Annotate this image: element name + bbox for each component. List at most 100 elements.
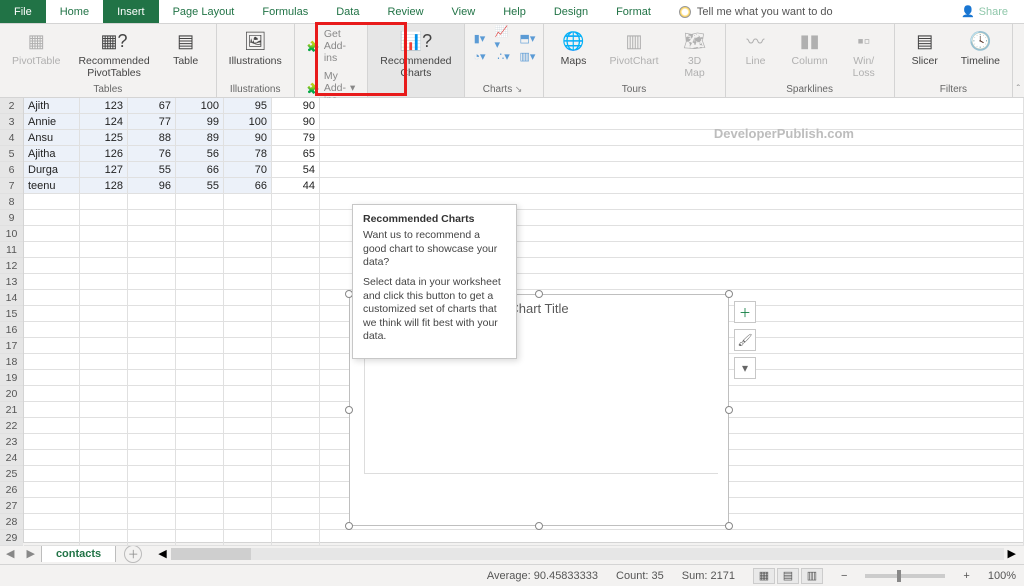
- row-header[interactable]: 29: [0, 530, 23, 546]
- cell[interactable]: [176, 194, 224, 210]
- tab-page-layout[interactable]: Page Layout: [159, 0, 249, 23]
- cell[interactable]: [176, 418, 224, 434]
- cell[interactable]: [24, 450, 80, 466]
- cell[interactable]: [224, 386, 272, 402]
- cell[interactable]: [272, 514, 320, 530]
- cell[interactable]: [128, 354, 176, 370]
- tab-help[interactable]: Help: [489, 0, 540, 23]
- cell[interactable]: 100: [176, 98, 224, 114]
- cell[interactable]: [128, 322, 176, 338]
- cell[interactable]: [176, 370, 224, 386]
- row-header[interactable]: 8: [0, 194, 23, 210]
- row-header[interactable]: 15: [0, 306, 23, 322]
- charts-launcher[interactable]: ↘: [512, 84, 524, 94]
- cell[interactable]: [272, 194, 320, 210]
- cell[interactable]: [272, 290, 320, 306]
- cell[interactable]: [320, 130, 1024, 146]
- row-header[interactable]: 3: [0, 114, 23, 130]
- pivottable-button[interactable]: ▦PivotTable: [6, 26, 66, 70]
- cell[interactable]: [128, 258, 176, 274]
- cell[interactable]: [128, 210, 176, 226]
- cell[interactable]: [128, 290, 176, 306]
- tab-formulas[interactable]: Formulas: [248, 0, 322, 23]
- cell[interactable]: [80, 386, 128, 402]
- worksheet-grid[interactable]: 2345678910111213141516171819202122232425…: [0, 98, 1024, 542]
- cell[interactable]: 55: [176, 178, 224, 194]
- normal-view-button[interactable]: ▦: [753, 568, 775, 584]
- cell[interactable]: [80, 514, 128, 530]
- cell[interactable]: [80, 482, 128, 498]
- cell[interactable]: [24, 434, 80, 450]
- cell[interactable]: 128: [80, 178, 128, 194]
- cell[interactable]: [224, 226, 272, 242]
- cell[interactable]: 79: [272, 130, 320, 146]
- cell[interactable]: [80, 242, 128, 258]
- line-chart-dropdown[interactable]: 📈▾: [495, 30, 513, 46]
- cell[interactable]: [24, 466, 80, 482]
- cell[interactable]: [24, 498, 80, 514]
- column-chart-dropdown[interactable]: ▮▾: [471, 30, 489, 46]
- cell[interactable]: 66: [176, 162, 224, 178]
- cell[interactable]: [24, 386, 80, 402]
- row-header[interactable]: 4: [0, 130, 23, 146]
- cell[interactable]: [80, 354, 128, 370]
- cell[interactable]: [128, 386, 176, 402]
- cell[interactable]: [176, 466, 224, 482]
- page-break-view-button[interactable]: ▥: [801, 568, 823, 584]
- tab-review[interactable]: Review: [373, 0, 437, 23]
- row-header[interactable]: 19: [0, 370, 23, 386]
- 3dmap-button[interactable]: 🗺3D Map: [671, 26, 719, 81]
- cell[interactable]: [224, 242, 272, 258]
- cell[interactable]: [320, 146, 1024, 162]
- row-header[interactable]: 26: [0, 482, 23, 498]
- cell[interactable]: [176, 338, 224, 354]
- cell[interactable]: [272, 498, 320, 514]
- resize-handle[interactable]: [535, 522, 543, 530]
- cell[interactable]: Ajitha: [24, 146, 80, 162]
- zoom-slider[interactable]: [865, 574, 945, 578]
- row-header[interactable]: 18: [0, 354, 23, 370]
- cell[interactable]: [128, 530, 176, 546]
- cell[interactable]: [224, 498, 272, 514]
- row-header[interactable]: 11: [0, 242, 23, 258]
- cell[interactable]: 77: [128, 114, 176, 130]
- cell[interactable]: [24, 530, 80, 546]
- cell[interactable]: [224, 290, 272, 306]
- cell[interactable]: [24, 226, 80, 242]
- resize-handle[interactable]: [725, 290, 733, 298]
- cell[interactable]: [272, 530, 320, 546]
- cell[interactable]: [176, 354, 224, 370]
- row-header[interactable]: 16: [0, 322, 23, 338]
- row-header[interactable]: 24: [0, 450, 23, 466]
- tab-format[interactable]: Format: [602, 0, 665, 23]
- combo-chart-dropdown[interactable]: ▥▾: [519, 48, 537, 64]
- cell[interactable]: [80, 498, 128, 514]
- cell[interactable]: 127: [80, 162, 128, 178]
- chart-elements-button[interactable]: ＋: [734, 301, 756, 323]
- cell[interactable]: [24, 402, 80, 418]
- cell[interactable]: [80, 402, 128, 418]
- cell[interactable]: [80, 418, 128, 434]
- row-header[interactable]: 21: [0, 402, 23, 418]
- cell[interactable]: [224, 322, 272, 338]
- cell[interactable]: [80, 450, 128, 466]
- cell[interactable]: teenu: [24, 178, 80, 194]
- cell[interactable]: [80, 258, 128, 274]
- cell[interactable]: [272, 370, 320, 386]
- cell[interactable]: [272, 402, 320, 418]
- cell[interactable]: 88: [128, 130, 176, 146]
- cell[interactable]: [176, 386, 224, 402]
- cell[interactable]: 76: [128, 146, 176, 162]
- chart-styles-button[interactable]: 🖌: [734, 329, 756, 351]
- cell[interactable]: [224, 194, 272, 210]
- cell[interactable]: [272, 322, 320, 338]
- cell[interactable]: [176, 226, 224, 242]
- cell[interactable]: 90: [272, 114, 320, 130]
- row-header[interactable]: 5: [0, 146, 23, 162]
- sparkline-winloss-button[interactable]: ▪▫Win/ Loss: [840, 26, 888, 81]
- cell[interactable]: [320, 114, 1024, 130]
- zoom-out-button[interactable]: −: [841, 570, 847, 582]
- cell[interactable]: [272, 418, 320, 434]
- hierarchy-chart-dropdown[interactable]: ⬒▾: [519, 30, 537, 46]
- pivotchart-button[interactable]: ▥PivotChart: [604, 26, 665, 70]
